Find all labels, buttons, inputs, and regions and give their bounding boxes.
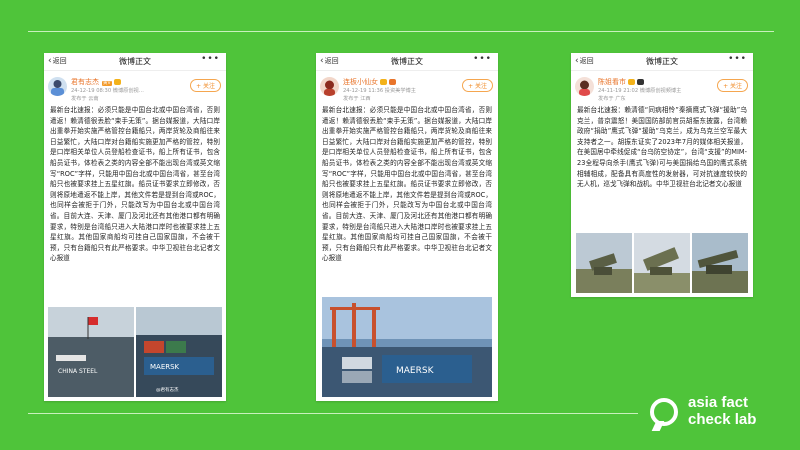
post-body: 最新台北速报：赖清德“同病相怜”秦摘鹰式飞弹“援助”乌克兰，普京震怒！美国国防部… [577,106,747,189]
page-title: 微博正文 [119,57,151,66]
level-badge-icon [628,79,635,85]
author-row: 连板小仙女 24-12-19 11:36 投资美学博主 发布于 江西 + 关注 [316,71,498,105]
logo-text: asia fact check lab [688,394,756,428]
logo-line-1: asia fact [688,394,749,411]
avatar[interactable] [320,77,339,96]
top-divider [28,31,774,32]
svg-text:CHINA STEEL: CHINA STEEL [58,368,98,375]
more-options-icon[interactable]: ••• [728,54,747,64]
more-options-icon[interactable]: ••• [473,54,492,64]
follow-button[interactable]: + 关注 [190,79,221,92]
author-name[interactable]: 君有志杰 黄V [71,77,121,87]
missile-launcher-photo-1[interactable] [576,233,632,293]
follow-button[interactable]: + 关注 [462,79,493,92]
post-location: 发布于 江西 [343,96,371,102]
level-badge-icon [380,79,387,85]
more-options-icon[interactable]: ••• [201,54,220,64]
post-header-bar: ‹返回 微博正文 ••• [44,53,226,71]
panda-icon [637,79,644,85]
weibo-post-card-1: ‹返回 微博正文 ••• 君有志杰 黄V 24-12-19 08:30 微博原创视… [44,53,226,401]
author-row: 陈姐看市 24-11-19 21:02 微博原创视频博主 发布于 广东 + 关注 [571,71,753,105]
author-name-text: 陈姐看市 [598,78,626,86]
svg-text:MAERSK: MAERSK [396,366,435,376]
svg-text:MAERSK: MAERSK [150,363,180,371]
logo-line-2: check lab [688,411,757,428]
follow-button[interactable]: + 关注 [717,79,748,92]
port-photo[interactable]: MAERSK [322,297,492,397]
author-name[interactable]: 陈姐看市 [598,77,644,87]
magnifier-handle [651,421,665,431]
author-name-text: 连板小仙女 [343,78,378,86]
post-location: 发布于 广东 [598,96,626,102]
page-title: 微博正文 [646,57,678,66]
asia-fact-check-lab-logo: asia fact check lab [650,394,790,438]
post-location: 发布于 云南 [71,96,99,102]
author-name[interactable]: 连板小仙女 [343,77,396,87]
post-time: 24-11-19 21:02 微博原创视频博主 [598,88,682,94]
author-name-text: 君有志杰 [71,78,99,86]
post-header-bar: ‹返回 微博正文 ••• [571,53,753,71]
bottom-divider [28,413,638,414]
page-title: 微博正文 [391,57,423,66]
post-body: 最新台北速报：必须只能是中国台北或中国台湾省，否则遣返！赖清德很丢脸“束手无策”… [322,106,492,263]
author-row: 君有志杰 黄V 24-12-19 08:30 微博原创视… 发布于 云南 + 关注 [44,71,226,105]
post-header-bar: ‹返回 微博正文 ••• [316,53,498,71]
post-time: 24-12-19 08:30 微博原创视… [71,88,144,94]
post-body: 最新台北速报：必须只能是中国台北或中国台湾省，否则遣返！赖清德很丢脸“束手无策”… [50,106,220,263]
vip-tag: 黄V [102,81,112,86]
post-image-row: CHINA STEEL MAERSK @君有志杰 [48,307,222,397]
weibo-post-card-3: ‹返回 微博正文 ••• 陈姐看市 24-11-19 21:02 微博原创视频博… [571,53,753,297]
ship-photo[interactable]: CHINA STEEL [48,307,134,397]
weibo-post-card-2: ‹返回 微博正文 ••• 连板小仙女 24-12-19 11:36 投资美学博主… [316,53,498,401]
container-ship-photo[interactable]: MAERSK @君有志杰 [136,307,222,397]
post-image-row [576,233,748,293]
level-badge-icon [113,79,121,85]
image-watermark: @君有志杰 [156,386,179,393]
avatar[interactable] [575,77,594,96]
crown-icon [389,79,396,85]
post-time: 24-12-19 11:36 投资美学博主 [343,88,416,94]
magnifier-icon [650,398,678,426]
missile-launcher-photo-2[interactable] [634,233,690,293]
avatar[interactable] [48,77,67,96]
missile-launcher-photo-3[interactable] [692,233,748,293]
